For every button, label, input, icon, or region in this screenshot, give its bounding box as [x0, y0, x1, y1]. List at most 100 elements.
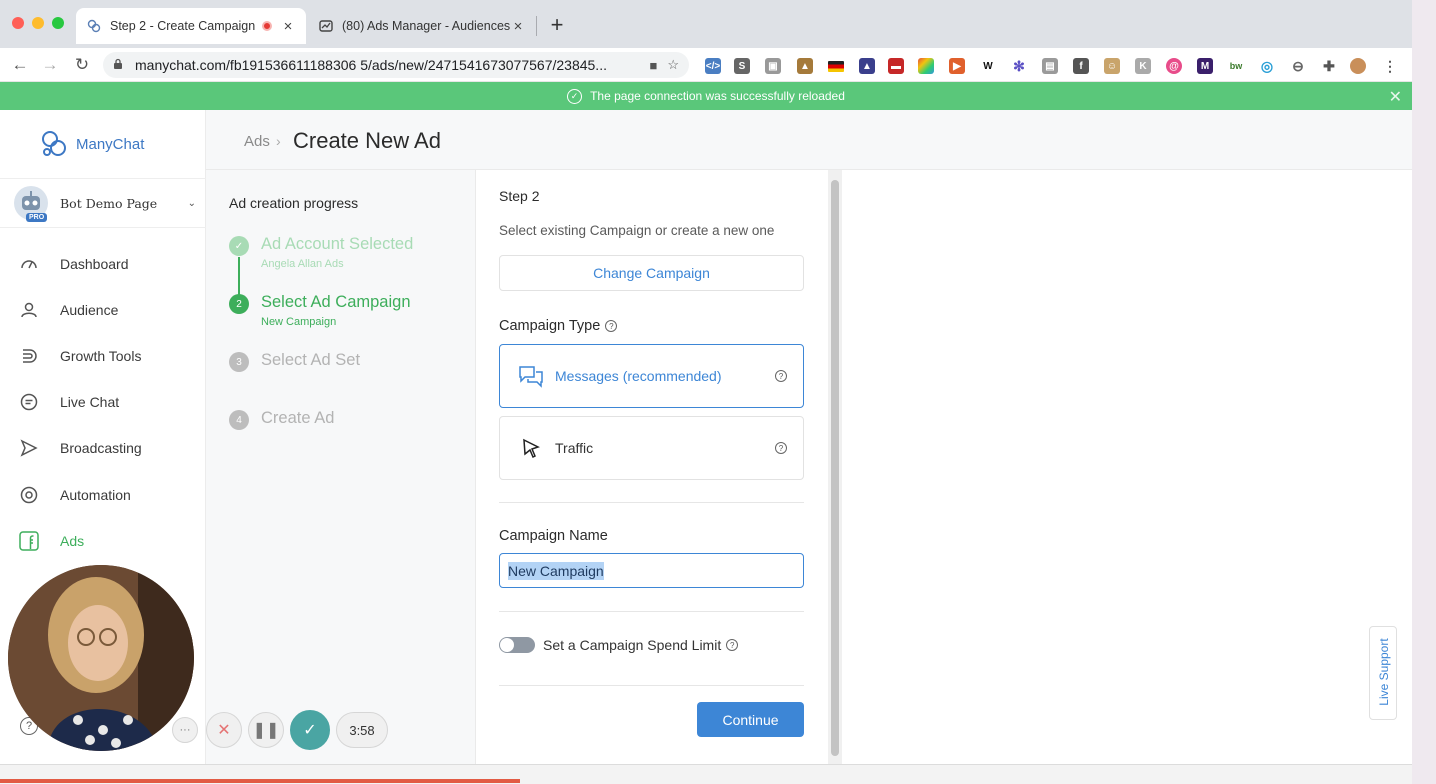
sidebar-item-dashboard[interactable]: Dashboard — [18, 252, 198, 276]
step-title: Select Ad Set — [261, 351, 361, 369]
circle-extension-icon[interactable]: ⊖ — [1290, 58, 1306, 74]
campaign-type-text: Campaign Type — [499, 318, 601, 334]
sidebar-item-audience[interactable]: Audience — [18, 298, 198, 322]
lock-extension-icon[interactable]: ▲ — [797, 58, 813, 74]
face-extension-icon[interactable]: ☺ — [1104, 58, 1120, 74]
background-window-edge — [1412, 0, 1436, 784]
recording-timer: 3:58 — [336, 712, 388, 748]
banner-close-icon[interactable]: ✕ — [1389, 87, 1402, 107]
campaign-name-input[interactable]: New Campaign — [499, 553, 804, 588]
address-bar[interactable]: manychat.com/fb191536611188306 5/ads/new… — [103, 52, 689, 78]
graduation-cap-extension-icon[interactable]: ▲ — [859, 58, 875, 74]
k-extension-icon[interactable]: K — [1135, 58, 1151, 74]
campaign-type-messages-option[interactable]: Messages (recommended) ? — [499, 344, 804, 408]
ads-manager-favicon-icon — [318, 18, 334, 34]
reload-icon[interactable]: ↻ — [70, 53, 94, 77]
sidebar-item-live-chat[interactable]: Live Chat — [18, 390, 198, 414]
sidebar-item-automation[interactable]: Automation — [18, 483, 198, 507]
continue-button[interactable]: Continue — [697, 702, 804, 737]
banner-text: The page connection was successfully rel… — [590, 89, 845, 103]
divider — [499, 685, 804, 686]
form-scrollbar[interactable] — [828, 170, 842, 764]
progress-title: Ad creation progress — [229, 195, 359, 211]
step-label: Step 2 — [499, 188, 540, 204]
pause-icon[interactable]: ❚❚ — [248, 712, 284, 748]
step-title: Select Ad Campaign — [261, 293, 411, 311]
chat-icon — [18, 391, 40, 413]
window-close-button[interactable] — [12, 17, 24, 29]
tab-close-icon[interactable]: × — [510, 18, 526, 35]
chat-bubbles-icon — [518, 363, 544, 389]
colors-extension-icon[interactable] — [918, 58, 934, 74]
manychat-favicon-icon — [86, 18, 102, 34]
tab-title: Step 2 - Create Campaign — [110, 19, 256, 33]
question-icon[interactable]: ? — [775, 370, 787, 382]
tab-create-campaign[interactable]: Step 2 - Create Campaign × — [76, 8, 306, 44]
lock-icon — [113, 58, 127, 73]
german-flag-icon[interactable] — [828, 61, 844, 72]
breadcrumb-ads[interactable]: Ads — [244, 133, 270, 150]
question-icon[interactable]: ? — [605, 320, 618, 332]
window-minimize-button[interactable] — [32, 17, 44, 29]
campaign-name-value: New Campaign — [508, 561, 604, 580]
check-icon: ✓ — [229, 236, 249, 256]
browser-menu-icon[interactable]: ⋮ — [1382, 58, 1398, 74]
forward-arrow-icon[interactable]: → — [38, 53, 62, 77]
back-arrow-icon[interactable]: ← — [8, 53, 32, 77]
red-extension-icon[interactable]: ▬ — [888, 58, 904, 74]
browser-tab-bar: Step 2 - Create Campaign × (80) Ads Mana… — [0, 0, 1412, 48]
step-number: 3 — [229, 352, 249, 372]
new-tab-button[interactable]: + — [546, 12, 568, 38]
window-maximize-button[interactable] — [52, 17, 64, 29]
step-number: 4 — [229, 410, 249, 430]
purple-extension-icon[interactable]: M — [1197, 58, 1213, 74]
scrollbar-thumb[interactable] — [831, 180, 839, 756]
tab-ads-manager[interactable]: (80) Ads Manager - Audiences × — [308, 8, 536, 44]
bottom-status-bar — [0, 764, 1412, 784]
webcam-bubble[interactable] — [8, 565, 194, 751]
toggle-knob — [500, 638, 514, 652]
pro-badge: PRO — [26, 213, 48, 222]
orange-extension-icon[interactable]: ▶ — [949, 58, 965, 74]
facebook-extension-icon[interactable]: f — [1073, 58, 1089, 74]
sidebar-item-label: Live Chat — [60, 394, 120, 410]
question-icon[interactable]: ? — [726, 639, 739, 651]
change-campaign-button[interactable]: Change Campaign — [499, 255, 804, 291]
manychat-logo[interactable]: ManyChat — [38, 128, 144, 160]
question-icon[interactable]: ? — [775, 442, 787, 454]
blue-circle-extension-icon[interactable]: ◎ — [1259, 58, 1275, 74]
spend-limit-label: Set a Campaign Spend Limit — [543, 637, 722, 653]
cancel-recording-icon[interactable]: ✕ — [206, 712, 242, 748]
workspace-selector[interactable]: PRO Bot Demo Page ⌄ — [0, 178, 206, 228]
magnet-icon — [18, 345, 40, 367]
campaign-type-traffic-option[interactable]: Traffic ? — [499, 416, 804, 480]
sidebar-item-growth-tools[interactable]: Growth Tools — [18, 344, 198, 368]
check-circle-icon: ✓ — [567, 88, 583, 104]
option-label: Traffic — [555, 440, 594, 456]
facebook-icon — [18, 530, 40, 552]
bookmark-star-icon[interactable]: ☆ — [667, 57, 679, 73]
camera-icon[interactable]: ■ — [649, 58, 657, 73]
profile-avatar-icon[interactable] — [1350, 58, 1366, 74]
flower-extension-icon[interactable]: ✻ — [1011, 58, 1027, 74]
w-extension-icon[interactable]: W — [980, 58, 996, 74]
option-label: Messages (recommended) — [555, 368, 722, 384]
spend-limit-toggle[interactable] — [499, 637, 535, 653]
sidebar-item-broadcasting[interactable]: Broadcasting — [18, 436, 198, 460]
tab-separator — [536, 16, 537, 36]
pages-extension-icon[interactable]: ▣ — [765, 58, 781, 74]
more-options-icon[interactable]: ··· — [172, 717, 198, 743]
puzzle-extensions-icon[interactable]: ✚ — [1321, 58, 1337, 74]
live-support-button[interactable]: Live Support — [1369, 626, 1397, 720]
tab-close-icon[interactable]: × — [280, 18, 296, 35]
s-extension-icon[interactable]: S — [734, 58, 750, 74]
finish-recording-icon[interactable]: ✓ — [290, 710, 330, 750]
dashboard-icon — [18, 253, 40, 275]
code-extension-icon[interactable]: </> — [705, 58, 721, 74]
step-title: Ad Account Selected — [261, 235, 414, 253]
tab-title: (80) Ads Manager - Audiences — [342, 19, 510, 33]
gray-extension-icon[interactable]: ▤ — [1042, 58, 1058, 74]
bw-extension-icon[interactable]: bw — [1228, 58, 1244, 74]
sidebar-item-ads[interactable]: Ads — [18, 529, 198, 553]
swirl-extension-icon[interactable]: @ — [1166, 58, 1182, 74]
